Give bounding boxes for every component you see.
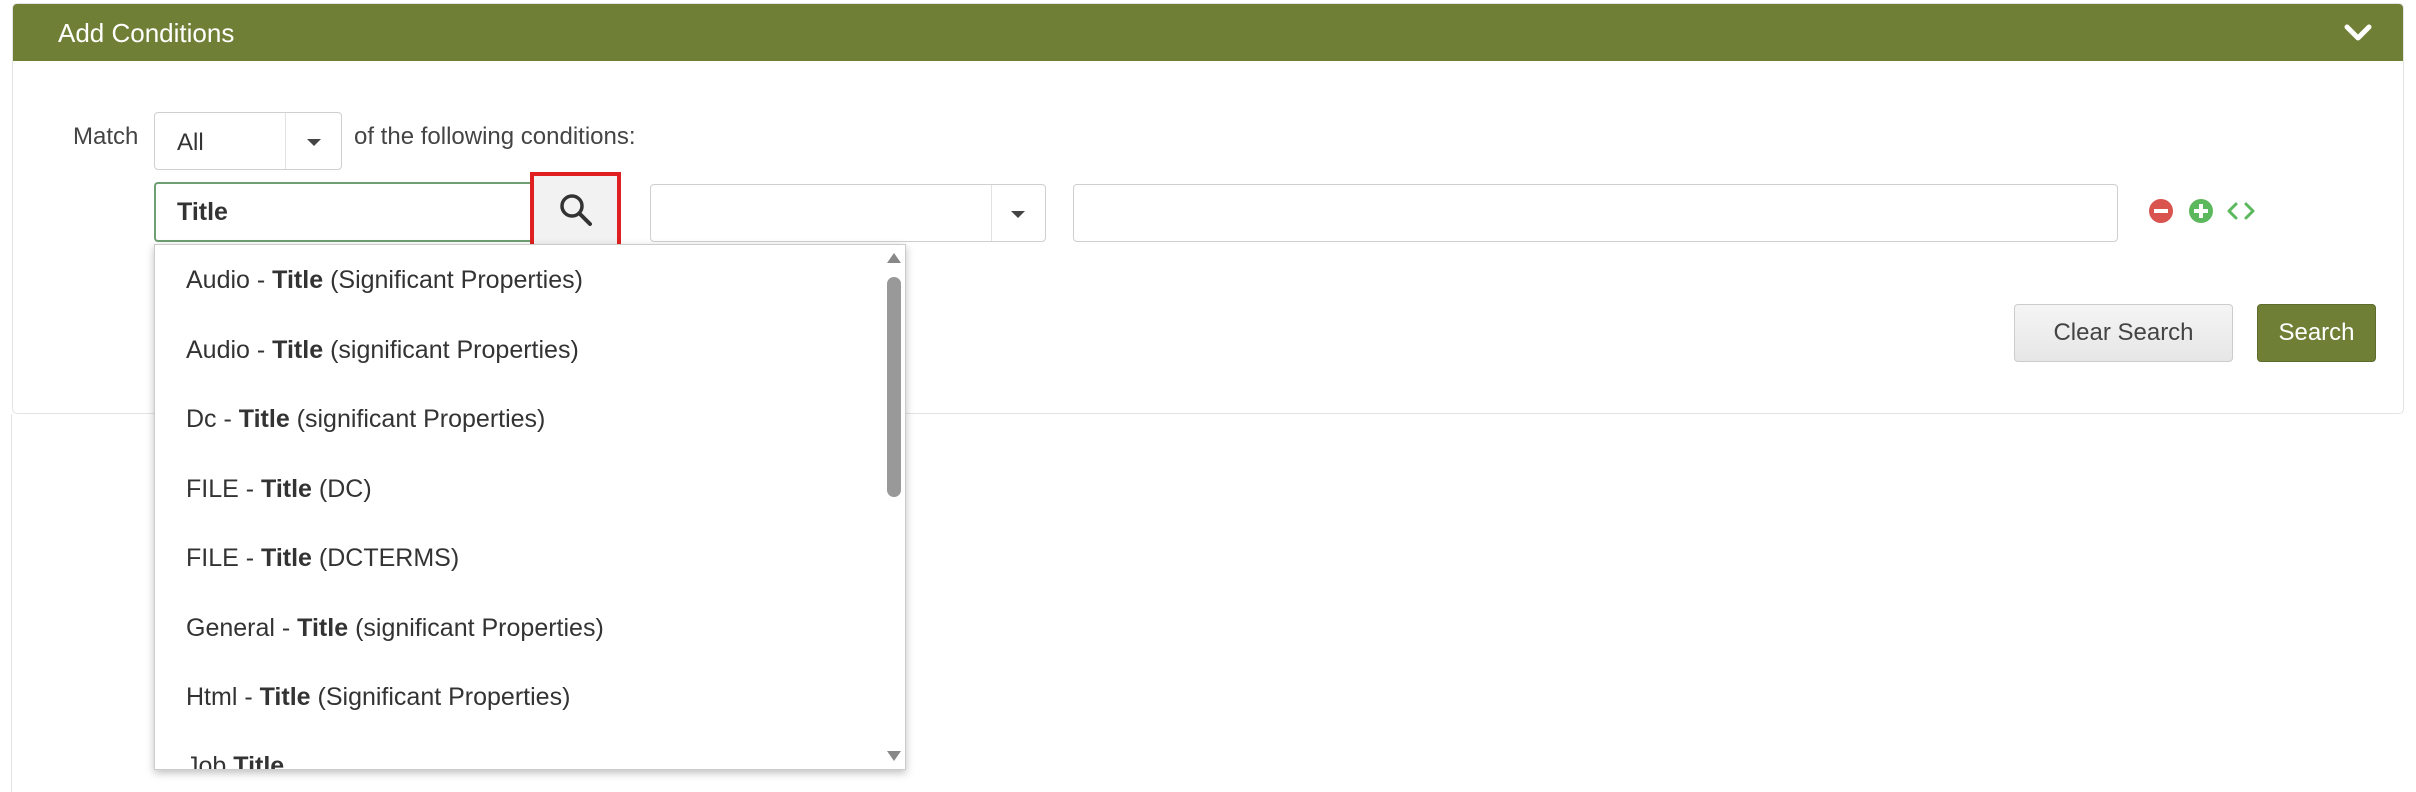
search-button[interactable]: Search [2257,304,2376,362]
caret-down-icon [307,139,321,146]
panel-header[interactable]: Add Conditions [13,4,2403,61]
code-brackets-icon[interactable] [2226,198,2256,224]
field-suggestions-dropdown: Audio - Title (Significant Properties) A… [154,244,906,770]
field-input-value: Title [177,198,228,226]
match-suffix-label: of the following conditions: [354,123,636,150]
clear-search-button[interactable]: Clear Search [2014,304,2233,362]
select-divider [991,185,992,241]
panel-title: Add Conditions [58,18,235,48]
condition-value-input[interactable] [1073,184,2118,242]
scroll-up-arrow-icon[interactable] [887,253,901,263]
field-search-button[interactable] [530,172,621,248]
suggestion-item[interactable]: General - Title (significant Properties) [186,613,604,643]
scroll-thumb[interactable] [887,277,901,497]
page-border [11,414,12,792]
suggestion-item[interactable]: Dc - Title (significant Properties) [186,404,545,434]
suggestion-item[interactable]: Html - Title (Significant Properties) [186,682,570,712]
plus-circle-icon[interactable] [2188,198,2214,224]
scroll-down-arrow-icon[interactable] [887,751,901,761]
match-select[interactable]: All [154,112,342,170]
suggestion-item[interactable]: Audio - Title (Significant Properties) [186,265,583,295]
suggestion-item[interactable]: Job Title [186,751,284,769]
search-icon [560,194,592,226]
match-label: Match [73,123,139,150]
match-select-value: All [177,129,204,156]
minus-circle-icon[interactable] [2148,198,2174,224]
dropdown-scrollbar[interactable] [881,245,905,769]
select-divider [285,113,286,169]
suggestion-item[interactable]: Audio - Title (significant Properties) [186,335,579,365]
suggestion-item[interactable]: FILE - Title (DC) [186,474,372,504]
caret-down-icon [1011,211,1025,218]
suggestions-list: Audio - Title (Significant Properties) A… [155,245,883,769]
chevron-down-icon[interactable] [2343,21,2373,45]
suggestion-item[interactable]: FILE - Title (DCTERMS) [186,543,459,573]
operator-select[interactable] [650,184,1046,242]
field-search-input[interactable]: Title [154,182,532,242]
